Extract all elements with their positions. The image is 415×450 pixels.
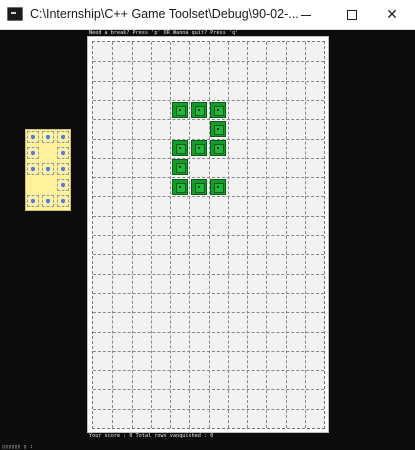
game-board bbox=[92, 41, 325, 429]
preview-cell bbox=[42, 195, 54, 207]
filled-block bbox=[210, 178, 227, 195]
preview-cell bbox=[27, 147, 39, 159]
close-button[interactable]: ✕ bbox=[369, 0, 415, 30]
minimize-icon bbox=[301, 14, 311, 16]
preview-cell bbox=[57, 179, 69, 191]
score-status: Your score : 0 Total rows vanquished : 0 bbox=[89, 433, 214, 439]
grid-line-vertical bbox=[304, 42, 306, 428]
grid-line-vertical bbox=[189, 42, 191, 428]
preview-cell bbox=[42, 131, 54, 143]
game-board-frame bbox=[87, 36, 329, 433]
next-piece-preview bbox=[25, 129, 71, 211]
preview-cell bbox=[42, 163, 54, 175]
close-icon: ✕ bbox=[386, 7, 398, 23]
preview-cell bbox=[57, 163, 69, 175]
grid-line-vertical bbox=[131, 42, 133, 428]
grid-line-vertical bbox=[285, 42, 287, 428]
grid-line-vertical bbox=[150, 42, 152, 428]
filled-block bbox=[210, 140, 227, 157]
console-window: C:\Internship\C++ Game Toolset\Debug\90-… bbox=[0, 0, 415, 450]
maximize-icon bbox=[347, 10, 357, 20]
preview-cell bbox=[27, 195, 39, 207]
grid-line-vertical bbox=[208, 42, 210, 428]
grid-line-vertical bbox=[266, 42, 268, 428]
grid-line-vertical bbox=[112, 42, 114, 428]
preview-cell bbox=[57, 131, 69, 143]
console-prompt: ▯▯▯▯▯▯ ▯ : bbox=[2, 444, 34, 450]
filled-block bbox=[171, 159, 188, 176]
filled-block bbox=[210, 120, 227, 137]
minimize-button[interactable] bbox=[283, 0, 329, 30]
filled-block bbox=[171, 140, 188, 157]
console-app-icon bbox=[7, 7, 23, 21]
preview-cell bbox=[57, 147, 69, 159]
preview-cell bbox=[57, 195, 69, 207]
grid-line-vertical bbox=[227, 42, 229, 428]
filled-block bbox=[171, 178, 188, 195]
filled-block bbox=[171, 101, 188, 118]
window-title: C:\Internship\C++ Game Toolset\Debug\90-… bbox=[30, 7, 299, 21]
filled-block bbox=[190, 178, 207, 195]
filled-block bbox=[210, 101, 227, 118]
title-bar[interactable]: C:\Internship\C++ Game Toolset\Debug\90-… bbox=[0, 0, 415, 30]
preview-cell bbox=[27, 131, 39, 143]
grid-line-vertical bbox=[170, 42, 171, 428]
preview-cell bbox=[27, 163, 39, 175]
grid-line-vertical bbox=[247, 42, 248, 428]
filled-block bbox=[190, 140, 207, 157]
filled-block bbox=[190, 101, 207, 118]
